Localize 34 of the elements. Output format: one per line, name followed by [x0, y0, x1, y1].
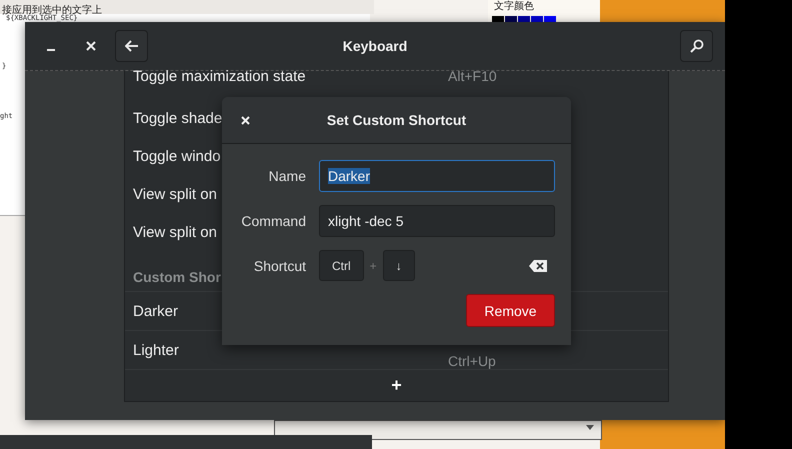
key-cap: Ctrl — [319, 250, 364, 281]
input-field[interactable]: xlight -dec 5 — [319, 205, 555, 237]
heading-text: 接应用到选中的文字上 — [2, 5, 102, 16]
shortcut-name[interactable]: Lighter — [133, 342, 179, 358]
clear-shortcut-icon[interactable] — [529, 260, 547, 272]
remove-button[interactable]: Remove — [466, 294, 555, 327]
back-arrow-icon — [124, 40, 138, 52]
shortcut-name[interactable]: View split on — [133, 224, 217, 240]
shortcut-name[interactable]: Darker — [133, 302, 178, 320]
plus-sign: + — [370, 258, 377, 272]
dialog-title: Set Custom Shortcut — [326, 112, 466, 128]
shortcut-name[interactable]: Toggle shade — [133, 110, 222, 126]
shortcut-name[interactable]: View split on — [133, 186, 217, 202]
search-button[interactable] — [680, 30, 713, 62]
key-cap: ↓ — [382, 250, 415, 281]
input-field[interactable]: Darker — [319, 160, 555, 192]
shortcut-keys: Alt+F10 — [448, 68, 497, 84]
search-icon — [690, 39, 704, 53]
window-title: Keyboard — [342, 38, 408, 54]
side-label: 文字颜色 — [494, 0, 534, 13]
shortcut-name[interactable]: Toggle maximization state — [133, 68, 306, 85]
field-label: Name — [268, 168, 306, 184]
shortcut-name[interactable]: Toggle windo — [133, 148, 221, 164]
close-icon — [86, 41, 96, 51]
back-button[interactable] — [115, 30, 148, 62]
field-label: Command — [240, 213, 306, 229]
dropdown-field[interactable] — [274, 420, 602, 440]
close-icon — [240, 116, 250, 124]
minimize-icon — [47, 49, 55, 51]
dropdown-arrow-icon — [585, 425, 595, 431]
field-label: Shortcut — [252, 258, 306, 274]
add-shortcut-button[interactable]: + — [387, 375, 406, 396]
section-heading: Custom Shor — [133, 269, 221, 285]
shortcut-keys: Ctrl+Up — [448, 353, 496, 369]
